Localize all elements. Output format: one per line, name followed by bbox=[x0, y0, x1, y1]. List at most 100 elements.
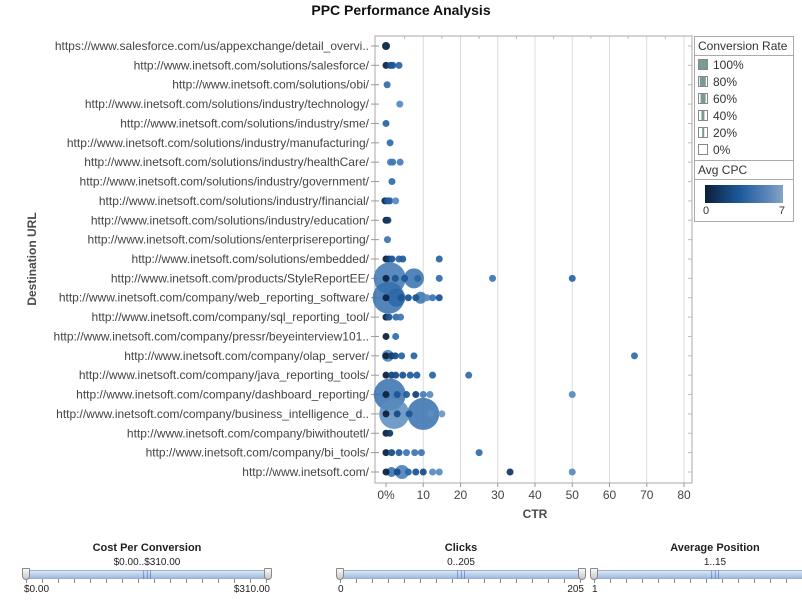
data-point[interactable] bbox=[386, 139, 394, 147]
data-point[interactable] bbox=[399, 255, 407, 263]
data-point[interactable] bbox=[401, 274, 409, 282]
data-point[interactable] bbox=[489, 274, 497, 282]
data-point[interactable] bbox=[406, 371, 414, 379]
y-tick-label: http://www.inetsoft.com/company/olap_ser… bbox=[124, 349, 369, 363]
data-point[interactable] bbox=[413, 371, 421, 379]
data-point[interactable] bbox=[438, 410, 446, 418]
data-point[interactable] bbox=[411, 449, 419, 457]
data-point[interactable] bbox=[383, 81, 391, 89]
data-point[interactable] bbox=[384, 216, 392, 224]
data-point[interactable] bbox=[383, 236, 391, 244]
data-point[interactable] bbox=[427, 410, 435, 418]
data-point[interactable] bbox=[393, 391, 401, 399]
slider-max-label: 205 bbox=[567, 584, 584, 595]
data-point[interactable] bbox=[402, 449, 410, 457]
y-tick-label: http://www.inetsoft.com/company/dashboar… bbox=[76, 388, 369, 402]
data-point[interactable] bbox=[630, 352, 638, 360]
slider-title: Average Position bbox=[670, 542, 760, 554]
data-point[interactable] bbox=[395, 449, 403, 457]
data-point[interactable] bbox=[506, 468, 514, 476]
data-point[interactable] bbox=[419, 468, 427, 476]
y-tick-label: http://www.inetsoft.com/products/StyleRe… bbox=[111, 271, 370, 285]
data-point[interactable] bbox=[396, 158, 404, 166]
data-point[interactable] bbox=[435, 274, 443, 282]
slider-grip-icon[interactable]: │││ bbox=[142, 572, 153, 579]
data-point[interactable] bbox=[393, 410, 401, 418]
filter-cost-per-conversion[interactable]: Cost Per Conversion $0.00..$310.00 │││ $… bbox=[18, 542, 276, 595]
y-tick-label: http://www.inetsoft.com/solutions/obi/ bbox=[172, 78, 369, 92]
data-point[interactable] bbox=[386, 197, 394, 205]
size-swatch-icon bbox=[698, 59, 708, 70]
data-point[interactable] bbox=[397, 313, 405, 321]
y-tick-label: http://www.inetsoft.com/solutions/indust… bbox=[91, 213, 370, 227]
data-point[interactable] bbox=[412, 468, 420, 476]
data-point[interactable] bbox=[388, 178, 396, 186]
data-point[interactable] bbox=[399, 371, 407, 379]
filter-clicks[interactable]: Clicks 0..205 │││ 0 205 bbox=[332, 542, 590, 595]
data-point[interactable] bbox=[391, 352, 399, 360]
data-point[interactable] bbox=[404, 294, 412, 302]
data-point[interactable] bbox=[429, 294, 437, 302]
y-tick-label: http://www.inetsoft.com/company/pressr/b… bbox=[54, 329, 369, 343]
y-tick-label: https://www.salesforce.com/us/appexchang… bbox=[55, 39, 369, 53]
data-point[interactable] bbox=[429, 468, 437, 476]
data-point[interactable] bbox=[475, 449, 483, 457]
data-point[interactable] bbox=[465, 371, 473, 379]
data-point[interactable] bbox=[388, 449, 396, 457]
data-point[interactable] bbox=[382, 119, 390, 127]
slider-min-label: 0 bbox=[338, 584, 344, 595]
data-point[interactable] bbox=[435, 255, 443, 263]
x-tick-label: 70 bbox=[640, 488, 654, 502]
data-point[interactable] bbox=[382, 294, 390, 302]
data-point[interactable] bbox=[382, 332, 390, 340]
scatter-plot[interactable]: https://www.salesforce.com/us/appexchang… bbox=[0, 0, 802, 608]
data-point[interactable] bbox=[395, 61, 403, 69]
data-point[interactable] bbox=[417, 449, 425, 457]
data-point[interactable] bbox=[388, 255, 396, 263]
data-point[interactable] bbox=[410, 352, 418, 360]
data-point[interactable] bbox=[405, 410, 413, 418]
data-point[interactable] bbox=[385, 313, 393, 321]
data-point[interactable] bbox=[398, 352, 406, 360]
data-point[interactable] bbox=[426, 391, 434, 399]
slider-track[interactable]: │││ bbox=[340, 570, 582, 579]
data-point[interactable] bbox=[414, 274, 422, 282]
data-point[interactable] bbox=[402, 391, 410, 399]
data-point[interactable] bbox=[382, 274, 390, 282]
slider-track[interactable]: │││ bbox=[26, 570, 268, 579]
data-point[interactable] bbox=[435, 468, 443, 476]
data-point[interactable] bbox=[382, 391, 390, 399]
filter-average-position[interactable]: Average Position 1..15 │││ 115 bbox=[586, 542, 802, 595]
data-point[interactable] bbox=[382, 410, 390, 418]
data-point[interactable] bbox=[382, 468, 390, 476]
data-point[interactable] bbox=[568, 274, 576, 282]
data-point[interactable] bbox=[389, 61, 397, 69]
data-point[interactable] bbox=[419, 391, 427, 399]
data-point[interactable] bbox=[396, 100, 404, 108]
x-tick-label: 0% bbox=[377, 488, 395, 502]
data-point[interactable] bbox=[429, 371, 437, 379]
data-point[interactable] bbox=[392, 371, 400, 379]
data-point[interactable] bbox=[382, 42, 390, 50]
data-point[interactable] bbox=[404, 468, 412, 476]
data-point[interactable] bbox=[391, 274, 399, 282]
slider-grip-icon[interactable]: │││ bbox=[710, 572, 721, 579]
legend: Conversion Rate 100% 80% 60% 40% 20% 0% Avg C… bbox=[694, 36, 794, 222]
slider-track[interactable]: │││ bbox=[594, 570, 802, 579]
data-point[interactable] bbox=[397, 294, 405, 302]
data-point[interactable] bbox=[568, 468, 576, 476]
data-points bbox=[372, 42, 638, 479]
y-tick-label: http://www.inetsoft.com/solutions/salesf… bbox=[134, 58, 370, 72]
data-point[interactable] bbox=[435, 294, 443, 302]
data-point[interactable] bbox=[393, 468, 401, 476]
size-legend-label: 60% bbox=[713, 91, 738, 106]
data-point[interactable] bbox=[412, 391, 420, 399]
data-point[interactable] bbox=[386, 429, 394, 437]
slider-grip-icon[interactable]: │││ bbox=[456, 572, 467, 579]
gridlines bbox=[404, 36, 685, 483]
data-point[interactable] bbox=[392, 197, 400, 205]
data-point[interactable] bbox=[412, 294, 420, 302]
data-point[interactable] bbox=[568, 391, 576, 399]
data-point[interactable] bbox=[389, 158, 397, 166]
data-point[interactable] bbox=[392, 332, 400, 340]
